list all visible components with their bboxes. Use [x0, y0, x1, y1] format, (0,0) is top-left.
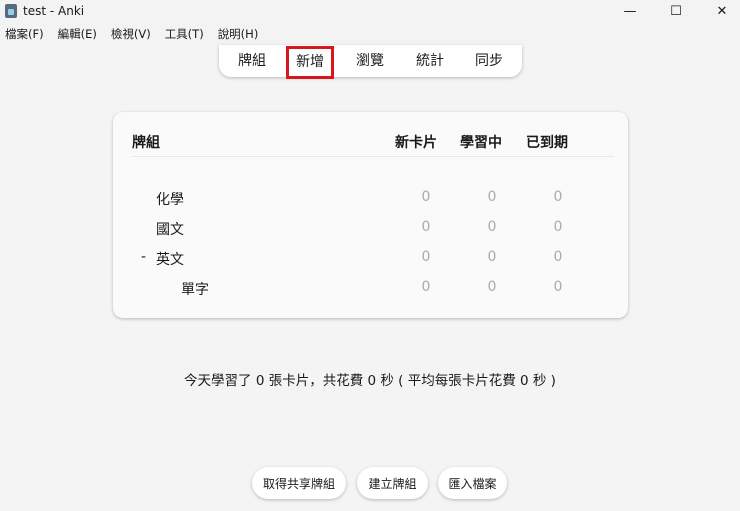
get-shared-decks-button[interactable]: 取得共享牌組 — [252, 467, 346, 499]
deck-name[interactable]: 英文 — [156, 249, 184, 269]
deck-name[interactable]: 單字 — [181, 279, 209, 299]
deck-name[interactable]: 國文 — [156, 219, 184, 239]
window-title: test - Anki — [23, 4, 85, 18]
header-divider — [131, 156, 614, 157]
today-stats: 今天學習了 0 張卡片，共花費 0 秒 ( 平均每張卡片花費 0 秒 ) — [184, 373, 556, 389]
tab-sync[interactable]: 同步 — [464, 45, 514, 77]
main-toolbar: 牌組 新增 瀏覽 統計 同步 — [219, 45, 522, 79]
learning-count: 0 — [487, 249, 497, 265]
menu-help[interactable]: 說明(H) — [218, 26, 259, 42]
tab-add[interactable]: 新增 — [286, 46, 334, 79]
due-count: 0 — [553, 279, 563, 295]
header-deck: 牌組 — [132, 135, 160, 151]
anki-app-icon — [5, 4, 17, 18]
tab-stats[interactable]: 統計 — [405, 45, 455, 77]
header-new: 新卡片 — [395, 135, 437, 151]
learning-count: 0 — [487, 279, 497, 295]
import-file-button[interactable]: 匯入檔案 — [438, 467, 507, 499]
header-learning: 學習中 — [460, 135, 502, 151]
deck-name[interactable]: 化學 — [156, 189, 184, 209]
title-bar: test - Anki — ☐ ✕ — [0, 0, 740, 22]
new-count: 0 — [421, 189, 431, 205]
new-count: 0 — [421, 279, 431, 295]
create-deck-button[interactable]: 建立牌組 — [357, 467, 428, 499]
due-count: 0 — [553, 189, 563, 205]
due-count: 0 — [553, 249, 563, 265]
close-button[interactable]: ✕ — [699, 0, 740, 22]
menu-bar: 檔案(F) 編輯(E) 檢視(V) 工具(T) 說明(H) — [0, 22, 740, 45]
new-count: 0 — [421, 219, 431, 235]
collapse-toggle[interactable]: - — [141, 249, 146, 265]
deck-list-card: 牌組 新卡片 學習中 已到期 化學 0 0 0 國文 0 0 0- 英文 0 0… — [113, 112, 628, 318]
new-count: 0 — [421, 249, 431, 265]
menu-edit[interactable]: 編輯(E) — [58, 26, 97, 42]
deck-row[interactable]: 單字 0 0 0 — [113, 279, 628, 309]
learning-count: 0 — [487, 189, 497, 205]
deck-row[interactable]: 國文 0 0 0 — [113, 219, 628, 249]
menu-view[interactable]: 檢視(V) — [111, 26, 151, 42]
menu-tools[interactable]: 工具(T) — [165, 26, 204, 42]
tab-browse[interactable]: 瀏覽 — [345, 45, 395, 77]
header-due: 已到期 — [526, 135, 568, 151]
minimize-button[interactable]: — — [607, 0, 653, 22]
learning-count: 0 — [487, 219, 497, 235]
deck-row[interactable]: - 英文 0 0 0 — [113, 249, 628, 279]
tab-decks[interactable]: 牌組 — [227, 45, 277, 77]
menu-file[interactable]: 檔案(F) — [5, 26, 44, 42]
deck-row[interactable]: 化學 0 0 0 — [113, 189, 628, 219]
due-count: 0 — [553, 219, 563, 235]
maximize-button[interactable]: ☐ — [653, 0, 699, 22]
